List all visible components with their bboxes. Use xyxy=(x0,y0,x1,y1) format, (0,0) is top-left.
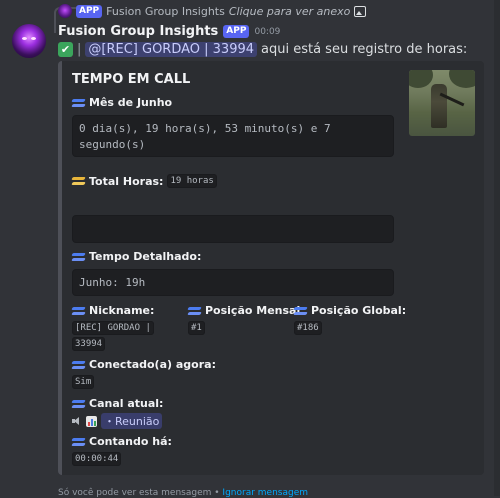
field-channel-name: Canal atual: xyxy=(72,397,163,410)
nickname-value-wrapper: [REC] GORDAO | 33994 xyxy=(72,320,168,352)
field-connected-name: Conectado(a) agora: xyxy=(72,358,216,371)
counting-label: Contando há: xyxy=(89,435,172,448)
field-counting-name: Contando há: xyxy=(72,435,172,448)
field-monthly-pos-name: Posição Mensal: xyxy=(188,304,305,317)
monthly-pos-value: #1 xyxy=(188,321,205,335)
embed: TEMPO EM CALL Mês de Junho 0 dia(s), 19 … xyxy=(58,61,484,475)
reply-author[interactable]: Fusion Group Insights xyxy=(106,5,225,18)
reply-text[interactable]: Clique para ver anexo xyxy=(229,5,351,18)
nickname-label: Nickname: xyxy=(89,304,155,317)
month-value: 0 dia(s), 19 hora(s), 53 minuto(s) e 7 s… xyxy=(72,115,394,157)
footer-text: Só você pode ver esta mensagem • xyxy=(58,488,220,498)
field-nickname-name: Nickname: xyxy=(72,304,154,317)
wave-icon xyxy=(72,438,85,446)
message-header: Fusion Group Insights APP 00:09 xyxy=(58,24,280,39)
monthly-pos-label: Posição Mensal: xyxy=(205,304,305,317)
total-value: 19 horas xyxy=(167,174,217,188)
reply-app-tag: APP xyxy=(76,4,103,18)
message-content: ✔ | @[REC] GORDAO | 33994 aqui está seu … xyxy=(58,42,467,57)
reply-avatar xyxy=(58,4,72,18)
month-label: Mês de Junho xyxy=(89,96,173,109)
channel-value-row: ・Reunião xyxy=(72,413,163,429)
wave-icon xyxy=(72,177,85,185)
connected-value: Sim xyxy=(72,375,95,389)
timestamp[interactable]: 00:09 xyxy=(254,27,280,37)
speaker-icon xyxy=(72,416,82,426)
user-mention[interactable]: @[REC] GORDAO | 33994 xyxy=(85,42,258,57)
monthly-pos-wrapper: #1 xyxy=(188,320,205,336)
separator: | xyxy=(77,42,82,57)
empty-codeblock xyxy=(72,215,394,243)
connected-wrapper: Sim xyxy=(72,374,95,390)
app-tag: APP xyxy=(223,25,250,38)
global-pos-label: Posição Global: xyxy=(311,304,407,317)
message-text: aqui está seu registro de horas: xyxy=(261,42,468,57)
embed-thumbnail[interactable] xyxy=(409,70,475,136)
check-icon: ✔ xyxy=(58,42,73,57)
wave-icon xyxy=(294,307,307,315)
channel-mention[interactable]: ・Reunião xyxy=(101,413,163,429)
image-icon xyxy=(354,5,367,17)
global-pos-value: #186 xyxy=(294,321,322,335)
field-detail-name: Tempo Detalhado: xyxy=(72,250,201,263)
field-month-name: Mês de Junho xyxy=(72,96,172,109)
reply-preview[interactable]: APP Fusion Group Insights Clique para ve… xyxy=(58,4,367,18)
total-label: Total Horas: xyxy=(89,174,164,188)
channel-label: Canal atual: xyxy=(89,397,164,410)
connected-label: Conectado(a) agora: xyxy=(89,358,216,371)
wave-icon xyxy=(72,99,85,107)
wave-icon xyxy=(72,307,85,315)
username[interactable]: Fusion Group Insights xyxy=(58,24,218,39)
field-global-pos-name: Posição Global: xyxy=(294,304,406,317)
counting-value: 00:00:44 xyxy=(72,452,122,466)
detail-value: Junho: 19h xyxy=(72,269,394,296)
counting-wrapper: 00:00:44 xyxy=(72,451,122,467)
dismiss-link[interactable]: Ignorar mensagem xyxy=(222,488,308,498)
embed-title: TEMPO EM CALL xyxy=(72,72,191,87)
wave-icon xyxy=(72,361,85,369)
nickname-value: [REC] GORDAO | 33994 xyxy=(72,321,154,351)
wave-icon xyxy=(72,253,85,261)
ephemeral-footer: Só você pode ver esta mensagem • Ignorar… xyxy=(58,488,308,498)
wave-icon xyxy=(72,400,85,408)
wave-icon xyxy=(188,307,201,315)
global-pos-wrapper: #186 xyxy=(294,320,322,336)
scrollbar[interactable] xyxy=(494,0,500,496)
avatar[interactable] xyxy=(12,24,46,58)
detail-label: Tempo Detalhado: xyxy=(89,250,202,263)
chart-icon xyxy=(86,415,97,427)
field-total-name: Total Horas: 19 horas xyxy=(72,174,217,188)
